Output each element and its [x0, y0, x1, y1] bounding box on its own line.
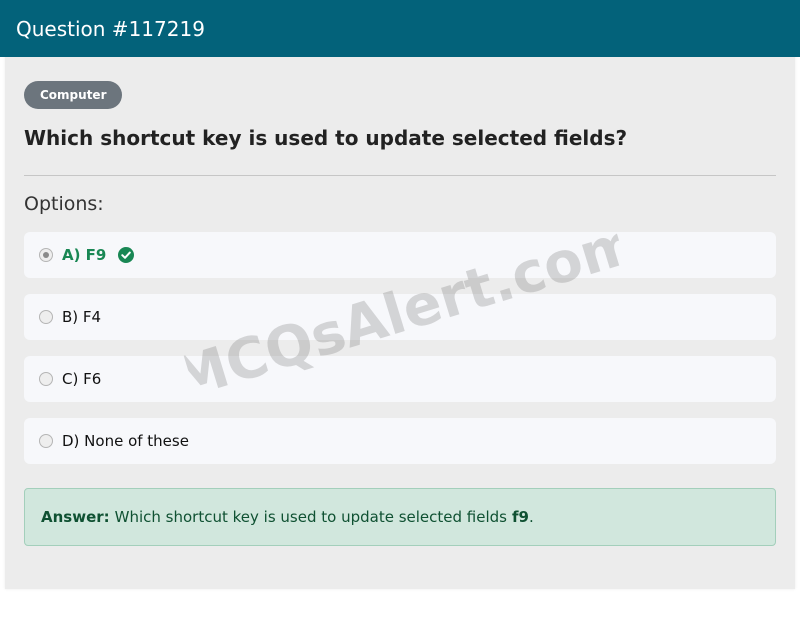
option-a-label: A) F9: [62, 246, 107, 264]
radio-option-d[interactable]: [39, 434, 53, 448]
option-b-label: B) F4: [62, 308, 102, 326]
page-header: Question #117219: [0, 0, 800, 57]
answer-value: f9: [511, 508, 529, 526]
page-title: Question #117219: [16, 16, 205, 41]
category-badge[interactable]: Computer: [24, 81, 123, 109]
page: Question #117219 Computer Which shortcut…: [0, 0, 800, 619]
answer-suffix: .: [528, 508, 534, 526]
divider: [24, 175, 776, 176]
option-a[interactable]: A) F9: [24, 232, 776, 278]
radio-option-c[interactable]: [39, 372, 53, 386]
option-c[interactable]: C) F6: [24, 356, 776, 402]
answer-label: Answer:: [41, 508, 110, 526]
check-circle-icon: [118, 247, 135, 263]
options-heading: Options:: [24, 193, 104, 215]
answer-text: Which shortcut key is used to update sel…: [114, 508, 507, 526]
radio-option-b[interactable]: [39, 310, 53, 324]
option-d-label: D) None of these: [62, 432, 189, 450]
radio-option-a[interactable]: [39, 248, 53, 262]
option-c-label: C) F6: [62, 370, 102, 388]
option-b[interactable]: B) F4: [24, 294, 776, 340]
answer-box: Answer: Which shortcut key is used to up…: [24, 488, 776, 546]
question-text: Which shortcut key is used to update sel…: [24, 126, 628, 150]
option-d[interactable]: D) None of these: [24, 418, 776, 464]
